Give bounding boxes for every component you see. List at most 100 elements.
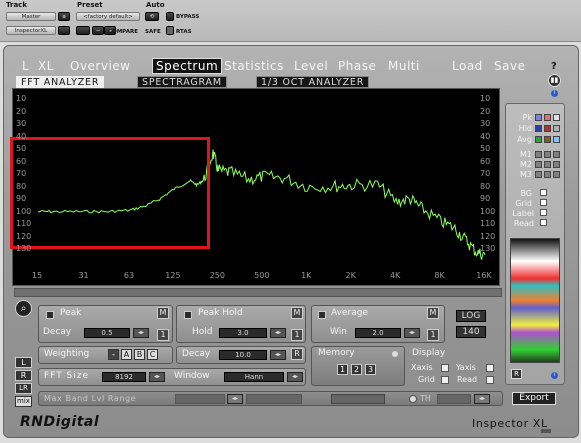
- bypass-toggle[interactable]: [166, 12, 174, 21]
- grid-checkbox-display[interactable]: [441, 376, 449, 384]
- hld-color-swatch[interactable]: [535, 125, 542, 132]
- memory-slot-3[interactable]: 3: [365, 364, 376, 375]
- max-band-stepper[interactable]: ◂▸: [227, 394, 243, 404]
- subtab-spectragram[interactable]: SPECTRAGRAM: [137, 76, 227, 88]
- tab-overview[interactable]: Overview: [70, 59, 131, 73]
- help-button[interactable]: ?: [551, 60, 557, 74]
- peak-memory-button[interactable]: M: [157, 307, 169, 319]
- zoom-icon[interactable]: ⌕: [15, 300, 32, 317]
- decay2-value[interactable]: 10.0: [219, 350, 267, 360]
- track-select[interactable]: Master: [6, 12, 56, 21]
- memory-slot-2[interactable]: 2: [351, 364, 362, 375]
- resize-handle[interactable]: [541, 429, 551, 433]
- compare-button[interactable]: COMPARE: [108, 29, 138, 35]
- weighting-none[interactable]: -: [108, 349, 119, 360]
- fft-size-value[interactable]: 8192: [102, 372, 146, 382]
- memory-color-swatch[interactable]: [535, 161, 542, 168]
- auto-button[interactable]: ⟲: [145, 12, 159, 21]
- avg-color-swatch[interactable]: [535, 136, 542, 143]
- decay-value[interactable]: 0.5: [84, 328, 130, 338]
- label-checkbox[interactable]: [540, 209, 547, 216]
- plugin-select[interactable]: InspectorXL: [6, 26, 56, 35]
- window-value[interactable]: Hann: [224, 372, 284, 382]
- preset-select[interactable]: <factory default>: [76, 12, 140, 21]
- tab-phase[interactable]: Phase: [338, 59, 376, 73]
- avg-color-swatch[interactable]: [544, 136, 551, 143]
- memory-color-swatch[interactable]: [553, 161, 560, 168]
- preset-menu-button[interactable]: [76, 26, 90, 35]
- channel-mix-button[interactable]: mix: [15, 396, 32, 407]
- subtab-oct-analyzer[interactable]: 1/3 OCT ANALYZER: [256, 76, 370, 88]
- pk-color-swatch[interactable]: [553, 114, 560, 121]
- color-picker[interactable]: [510, 238, 560, 363]
- threshold-radio[interactable]: [409, 395, 417, 403]
- xaxis-checkbox[interactable]: [441, 364, 449, 372]
- avg-color-swatch[interactable]: [553, 136, 560, 143]
- memory-color-swatch[interactable]: [553, 151, 560, 158]
- pause-icon[interactable]: ▮▮: [548, 74, 561, 87]
- freq-scroll-bar[interactable]: [14, 288, 502, 297]
- peak-hold-memory-button[interactable]: M: [291, 307, 303, 319]
- load-button[interactable]: Load: [452, 59, 483, 73]
- hld-color-swatch[interactable]: [544, 125, 551, 132]
- memory-color-swatch[interactable]: [553, 171, 560, 178]
- hold-stepper[interactable]: ◂▸: [270, 328, 286, 338]
- memory-slot-1[interactable]: 1: [337, 364, 348, 375]
- memory-color-swatch[interactable]: [544, 151, 551, 158]
- threshold-value[interactable]: [437, 394, 471, 404]
- tab-spectrum[interactable]: Spectrum: [152, 58, 223, 74]
- safe-button[interactable]: SAFE: [145, 29, 161, 35]
- hld-color-swatch[interactable]: [553, 125, 560, 132]
- average-memory-button[interactable]: M: [427, 307, 439, 319]
- memory-options-icon[interactable]: [392, 351, 398, 357]
- threshold-stepper[interactable]: ◂▸: [474, 394, 490, 404]
- bg-checkbox[interactable]: [540, 189, 547, 196]
- weighting-c[interactable]: C: [147, 349, 158, 360]
- win-stepper[interactable]: ◂▸: [404, 328, 420, 338]
- grid-checkbox[interactable]: [540, 199, 547, 206]
- memory-color-swatch[interactable]: [535, 171, 542, 178]
- yaxis-checkbox[interactable]: [486, 364, 494, 372]
- average-channel-button[interactable]: 1: [427, 329, 439, 341]
- memory-color-swatch[interactable]: [544, 171, 551, 178]
- tab-l[interactable]: L: [22, 59, 29, 73]
- fft-size-stepper[interactable]: ◂▸: [149, 372, 165, 382]
- plugin-nav-button[interactable]: [58, 26, 70, 35]
- export-button[interactable]: Export: [512, 392, 556, 405]
- log-button[interactable]: LOG: [456, 310, 486, 322]
- window-stepper[interactable]: ◂▸: [287, 372, 303, 382]
- win-value[interactable]: 2.0: [355, 328, 401, 338]
- average-checkbox[interactable]: [318, 311, 326, 319]
- preset-prev-button[interactable]: −: [92, 26, 104, 35]
- range-button[interactable]: 140: [456, 326, 486, 338]
- pk-color-swatch[interactable]: [535, 114, 542, 121]
- channel-r-button[interactable]: R: [15, 370, 32, 381]
- decay-stepper[interactable]: ◂▸: [133, 328, 149, 338]
- peak-hold-channel-button[interactable]: 1: [291, 329, 303, 341]
- weighting-a[interactable]: A: [121, 349, 132, 360]
- track-group-button[interactable]: a: [58, 12, 70, 21]
- tab-multi[interactable]: Multi: [388, 59, 420, 73]
- tab-xl[interactable]: XL: [38, 59, 54, 73]
- peak-checkbox[interactable]: [46, 311, 54, 319]
- save-button[interactable]: Save: [494, 59, 525, 73]
- decay2-stepper[interactable]: ◂▸: [270, 350, 286, 360]
- max-band-slider[interactable]: [175, 394, 225, 404]
- memory-color-swatch[interactable]: [544, 161, 551, 168]
- tab-statistics[interactable]: Statistics: [224, 59, 284, 73]
- weighting-b[interactable]: B: [134, 349, 145, 360]
- info-icon-colors[interactable]: i: [551, 372, 558, 379]
- decay2-reset-button[interactable]: R: [291, 348, 303, 360]
- tab-level[interactable]: Level: [294, 59, 328, 73]
- read-checkbox-display[interactable]: [486, 376, 494, 384]
- channel-l-button[interactable]: L: [15, 357, 32, 368]
- memory-color-swatch[interactable]: [535, 151, 542, 158]
- hold-value[interactable]: 3.0: [219, 328, 267, 338]
- channel-lr-button[interactable]: LR: [15, 383, 32, 394]
- pk-color-swatch[interactable]: [544, 114, 551, 121]
- peak-hold-checkbox[interactable]: [184, 311, 192, 319]
- peak-channel-button[interactable]: 1: [157, 329, 169, 341]
- color-reset-button[interactable]: R: [511, 369, 522, 379]
- read-checkbox[interactable]: [540, 219, 547, 226]
- range-slider[interactable]: [246, 394, 302, 404]
